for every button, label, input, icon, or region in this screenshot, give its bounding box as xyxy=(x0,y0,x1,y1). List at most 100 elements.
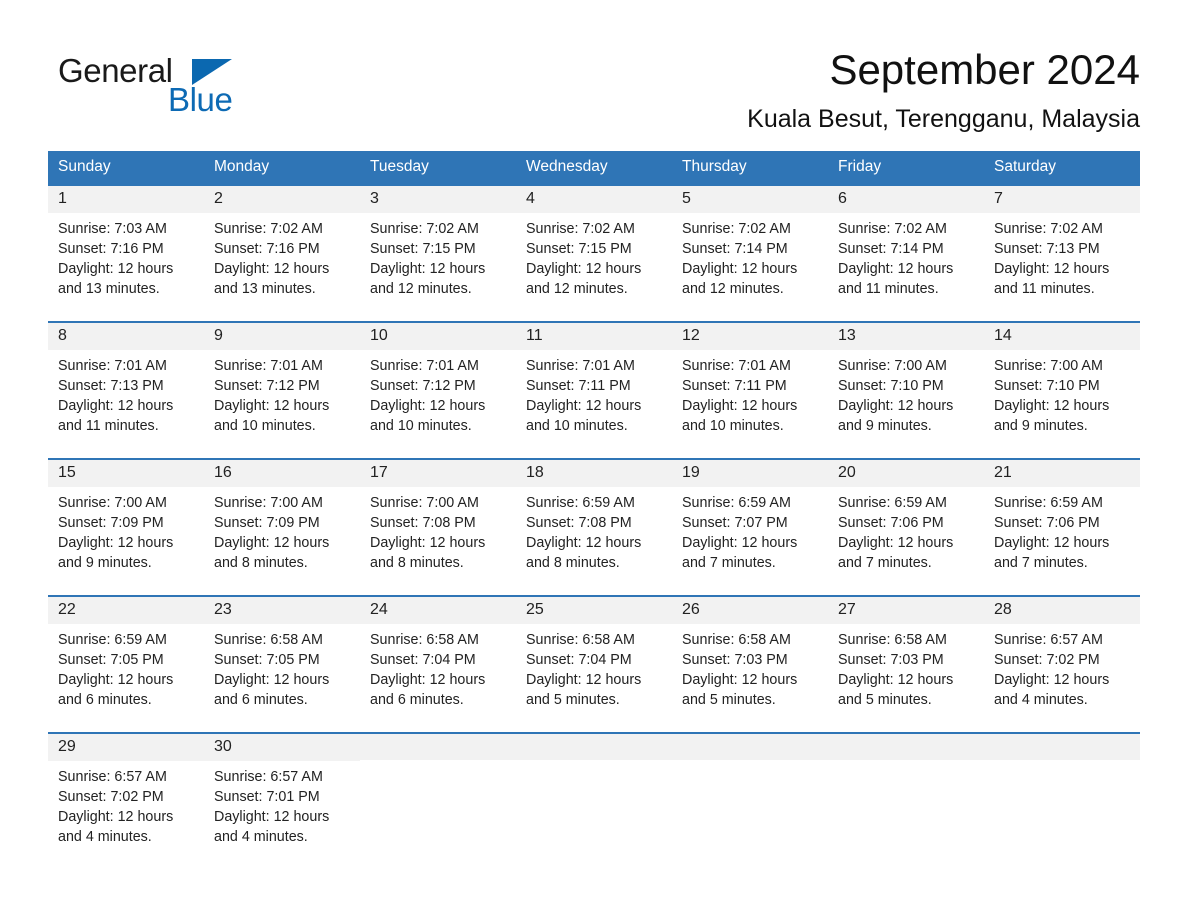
daylight-text-line1: Daylight: 12 hours xyxy=(58,672,174,689)
calendar-day-cell[interactable]: 21 Sunrise: 6:59 AM Sunset: 7:06 PM Dayligh… xyxy=(984,457,1140,596)
weekday-header-tuesday: Tuesday xyxy=(360,150,516,185)
daylight-text-line1: Daylight: 12 hours xyxy=(370,535,486,552)
calendar-day-cell[interactable]: 7 Sunrise: 7:02 AM Sunset: 7:13 PM Daylight… xyxy=(984,183,1140,322)
sunset-text: Sunset: 7:10 PM xyxy=(994,378,1100,395)
calendar-day-cell[interactable]: 24 Sunrise: 6:58 AM Sunset: 7:04 PM Dayligh… xyxy=(360,594,516,733)
daylight-text-line1: Daylight: 12 hours xyxy=(838,672,954,689)
sunrise-text: Sunrise: 6:58 AM xyxy=(214,632,323,649)
sunset-text: Sunset: 7:07 PM xyxy=(682,515,788,532)
calendar-day-cell[interactable]: 16 Sunrise: 7:00 AM Sunset: 7:09 PM Dayligh… xyxy=(204,457,360,596)
sunset-text: Sunset: 7:06 PM xyxy=(994,515,1100,532)
calendar-day-cell[interactable]: 22 Sunrise: 6:59 AM Sunset: 7:05 PM Dayligh… xyxy=(48,594,204,733)
calendar-day-cell[interactable]: 27 Sunrise: 6:58 AM Sunset: 7:03 PM Dayligh… xyxy=(828,594,984,733)
calendar-day-cell[interactable]: 11 Sunrise: 7:01 AM Sunset: 7:11 PM Dayligh… xyxy=(516,320,672,459)
daylight-text-line2: and 12 minutes. xyxy=(682,281,784,298)
daylight-text-line2: and 6 minutes. xyxy=(58,692,152,709)
calendar-empty-cell xyxy=(360,731,516,854)
day-details: Sunrise: 7:02 AM Sunset: 7:15 PM Daylight:… xyxy=(516,213,672,299)
calendar-day-cell[interactable]: 25 Sunrise: 6:58 AM Sunset: 7:04 PM Dayligh… xyxy=(516,594,672,733)
daylight-text-line1: Daylight: 12 hours xyxy=(838,261,954,278)
daylight-text-line1: Daylight: 12 hours xyxy=(58,398,174,415)
calendar-day-cell[interactable]: 4 Sunrise: 7:02 AM Sunset: 7:15 PM Daylight… xyxy=(516,183,672,322)
sunrise-text: Sunrise: 7:02 AM xyxy=(838,221,947,238)
calendar-page: General Blue September 2024 Kuala Besut,… xyxy=(0,0,1188,918)
day-details: Sunrise: 7:01 AM Sunset: 7:11 PM Daylight:… xyxy=(672,350,828,436)
sunset-text: Sunset: 7:09 PM xyxy=(58,515,164,532)
calendar-day-cell[interactable]: 14 Sunrise: 7:00 AM Sunset: 7:10 PM Dayligh… xyxy=(984,320,1140,459)
daylight-text-line1: Daylight: 12 hours xyxy=(370,398,486,415)
day-details: Sunrise: 6:58 AM Sunset: 7:05 PM Daylight:… xyxy=(204,624,360,710)
calendar-day-cell[interactable]: 30 Sunrise: 6:57 AM Sunset: 7:01 PM Dayligh… xyxy=(204,731,360,854)
sunrise-text: Sunrise: 6:58 AM xyxy=(526,632,635,649)
calendar-day-cell[interactable]: 19 Sunrise: 6:59 AM Sunset: 7:07 PM Dayligh… xyxy=(672,457,828,596)
sunrise-text: Sunrise: 6:57 AM xyxy=(214,769,323,786)
day-details: Sunrise: 7:01 AM Sunset: 7:11 PM Daylight:… xyxy=(516,350,672,436)
calendar-day-cell[interactable]: 12 Sunrise: 7:01 AM Sunset: 7:11 PM Dayligh… xyxy=(672,320,828,459)
calendar-day-cell[interactable]: 9 Sunrise: 7:01 AM Sunset: 7:12 PM Daylight… xyxy=(204,320,360,459)
sunrise-text: Sunrise: 7:01 AM xyxy=(682,358,791,375)
day-number: 22 xyxy=(48,596,204,625)
sunrise-text: Sunrise: 6:58 AM xyxy=(838,632,947,649)
daylight-text-line2: and 7 minutes. xyxy=(994,555,1088,572)
sunrise-text: Sunrise: 7:00 AM xyxy=(370,495,479,512)
calendar-day-cell[interactable]: 8 Sunrise: 7:01 AM Sunset: 7:13 PM Daylight… xyxy=(48,320,204,459)
calendar-empty-cell xyxy=(672,731,828,854)
daylight-text-line2: and 13 minutes. xyxy=(58,281,160,298)
sunset-text: Sunset: 7:01 PM xyxy=(214,789,320,806)
weekday-header-saturday: Saturday xyxy=(984,150,1140,185)
day-details: Sunrise: 7:00 AM Sunset: 7:10 PM Daylight:… xyxy=(984,350,1140,436)
sunset-text: Sunset: 7:16 PM xyxy=(214,241,320,258)
day-number: 13 xyxy=(828,322,984,351)
daylight-text-line2: and 4 minutes. xyxy=(58,829,152,846)
day-details: Sunrise: 7:02 AM Sunset: 7:16 PM Daylight:… xyxy=(204,213,360,299)
calendar-empty-cell xyxy=(516,731,672,854)
day-number xyxy=(984,733,1140,760)
calendar-day-cell[interactable]: 10 Sunrise: 7:01 AM Sunset: 7:12 PM Dayligh… xyxy=(360,320,516,459)
calendar-day-cell[interactable]: 29 Sunrise: 6:57 AM Sunset: 7:02 PM Dayligh… xyxy=(48,731,204,854)
daylight-text-line2: and 8 minutes. xyxy=(526,555,620,572)
daylight-text-line1: Daylight: 12 hours xyxy=(370,261,486,278)
day-number: 2 xyxy=(204,185,360,214)
daylight-text-line1: Daylight: 12 hours xyxy=(214,398,330,415)
daylight-text-line2: and 11 minutes. xyxy=(58,418,159,435)
calendar-day-cell[interactable]: 6 Sunrise: 7:02 AM Sunset: 7:14 PM Daylight… xyxy=(828,183,984,322)
calendar-day-cell[interactable]: 5 Sunrise: 7:02 AM Sunset: 7:14 PM Daylight… xyxy=(672,183,828,322)
weekday-header-sunday: Sunday xyxy=(48,150,204,185)
sunrise-text: Sunrise: 6:59 AM xyxy=(838,495,947,512)
sunset-text: Sunset: 7:11 PM xyxy=(526,378,631,395)
sunset-text: Sunset: 7:13 PM xyxy=(994,241,1100,258)
calendar-day-cell[interactable]: 3 Sunrise: 7:02 AM Sunset: 7:15 PM Daylight… xyxy=(360,183,516,322)
daylight-text-line1: Daylight: 12 hours xyxy=(526,398,642,415)
calendar-day-cell[interactable]: 23 Sunrise: 6:58 AM Sunset: 7:05 PM Dayligh… xyxy=(204,594,360,733)
calendar-day-cell[interactable]: 20 Sunrise: 6:59 AM Sunset: 7:06 PM Dayligh… xyxy=(828,457,984,596)
calendar-day-cell[interactable]: 13 Sunrise: 7:00 AM Sunset: 7:10 PM Dayligh… xyxy=(828,320,984,459)
daylight-text-line2: and 8 minutes. xyxy=(214,555,308,572)
daylight-text-line1: Daylight: 12 hours xyxy=(214,535,330,552)
daylight-text-line2: and 11 minutes. xyxy=(994,281,1095,298)
sunrise-text: Sunrise: 7:00 AM xyxy=(214,495,323,512)
sunset-text: Sunset: 7:08 PM xyxy=(370,515,476,532)
general-blue-logo[interactable]: General Blue xyxy=(48,46,238,116)
day-details: Sunrise: 7:00 AM Sunset: 7:09 PM Daylight:… xyxy=(48,487,204,573)
calendar-day-cell[interactable]: 18 Sunrise: 6:59 AM Sunset: 7:08 PM Dayligh… xyxy=(516,457,672,596)
calendar-day-cell[interactable]: 15 Sunrise: 7:00 AM Sunset: 7:09 PM Dayligh… xyxy=(48,457,204,596)
calendar-week-row: 22 Sunrise: 6:59 AM Sunset: 7:05 PM Dayligh… xyxy=(48,594,1140,733)
sunset-text: Sunset: 7:13 PM xyxy=(58,378,164,395)
calendar-day-cell[interactable]: 26 Sunrise: 6:58 AM Sunset: 7:03 PM Dayligh… xyxy=(672,594,828,733)
daylight-text-line1: Daylight: 12 hours xyxy=(526,261,642,278)
sunset-text: Sunset: 7:04 PM xyxy=(370,652,476,669)
sunrise-text: Sunrise: 7:00 AM xyxy=(838,358,947,375)
calendar-day-cell[interactable]: 17 Sunrise: 7:00 AM Sunset: 7:08 PM Dayligh… xyxy=(360,457,516,596)
weekday-header-wednesday: Wednesday xyxy=(516,150,672,185)
sunset-text: Sunset: 7:15 PM xyxy=(526,241,632,258)
sunset-text: Sunset: 7:06 PM xyxy=(838,515,944,532)
calendar-day-cell[interactable]: 28 Sunrise: 6:57 AM Sunset: 7:02 PM Dayligh… xyxy=(984,594,1140,733)
sunrise-text: Sunrise: 7:00 AM xyxy=(58,495,167,512)
daylight-text-line2: and 4 minutes. xyxy=(214,829,308,846)
day-details: Sunrise: 7:00 AM Sunset: 7:10 PM Daylight:… xyxy=(828,350,984,436)
calendar-day-cell[interactable]: 2 Sunrise: 7:02 AM Sunset: 7:16 PM Daylight… xyxy=(204,183,360,322)
calendar-day-cell[interactable]: 1 Sunrise: 7:03 AM Sunset: 7:16 PM Daylight… xyxy=(48,183,204,322)
sunrise-text: Sunrise: 7:02 AM xyxy=(526,221,635,238)
sunset-text: Sunset: 7:12 PM xyxy=(370,378,476,395)
sunrise-text: Sunrise: 6:58 AM xyxy=(682,632,791,649)
